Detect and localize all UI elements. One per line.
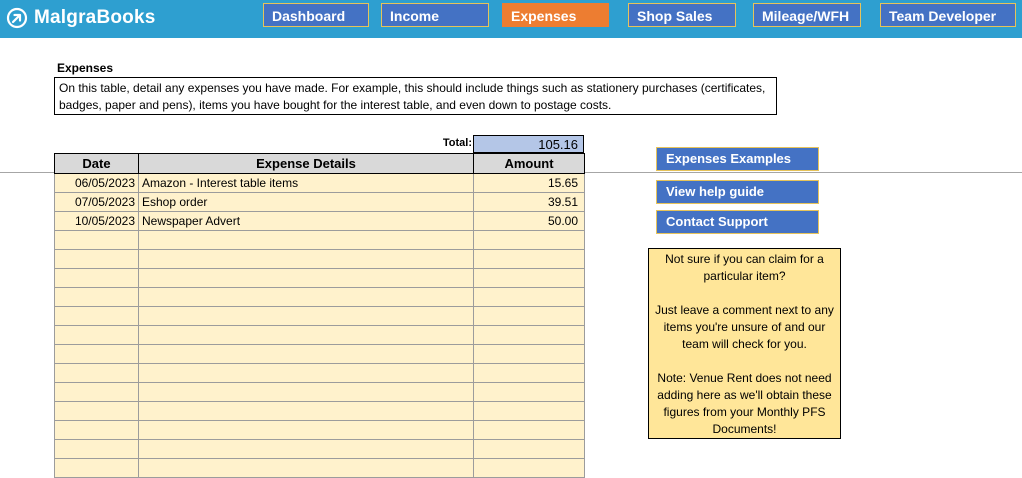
- table-row: [54, 382, 585, 402]
- nav-income-button[interactable]: Income: [381, 3, 489, 27]
- date-cell[interactable]: [54, 439, 139, 459]
- note-line-claim: Not sure if you can claim for a particul…: [665, 252, 824, 283]
- table-row: [54, 230, 585, 250]
- details-cell[interactable]: [138, 306, 474, 326]
- table-row: [54, 363, 585, 383]
- table-row: [54, 325, 585, 345]
- details-cell[interactable]: [138, 268, 474, 288]
- date-cell[interactable]: 07/05/2023: [54, 192, 139, 212]
- amount-cell[interactable]: 15.65: [473, 173, 585, 193]
- details-cell[interactable]: [138, 420, 474, 440]
- expenses-table: Date Expense Details Amount 06/05/2023 Am…: [54, 153, 585, 478]
- details-cell[interactable]: [138, 230, 474, 250]
- section-title: Expenses: [57, 61, 114, 75]
- intro-text-box: On this table, detail any expenses you h…: [54, 77, 777, 115]
- expenses-examples-button[interactable]: Expenses Examples: [656, 147, 819, 171]
- note-line-comment: Just leave a comment next to any items y…: [655, 303, 834, 351]
- table-row: 06/05/2023 Amazon - Interest table items 1…: [54, 173, 585, 193]
- amount-cell[interactable]: 39.51: [473, 192, 585, 212]
- amount-cell[interactable]: [473, 325, 585, 345]
- date-cell[interactable]: [54, 382, 139, 402]
- amount-cell[interactable]: [473, 268, 585, 288]
- amount-cell[interactable]: [473, 458, 585, 478]
- amount-cell[interactable]: [473, 420, 585, 440]
- amount-cell[interactable]: 50.00: [473, 211, 585, 231]
- table-row: [54, 268, 585, 288]
- table-row: [54, 420, 585, 440]
- nav-mileage-wfh-button[interactable]: Mileage/WFH: [753, 3, 861, 27]
- details-cell[interactable]: [138, 344, 474, 364]
- note-line-venue-rent: Note: Venue Rent does not need adding he…: [657, 371, 832, 436]
- details-cell[interactable]: Eshop order: [138, 192, 474, 212]
- amount-cell[interactable]: [473, 344, 585, 364]
- details-cell[interactable]: [138, 458, 474, 478]
- table-row: [54, 344, 585, 364]
- nav-team-developer-button[interactable]: Team Developer: [880, 3, 1016, 27]
- table-row: 10/05/2023 Newspaper Advert 50.00: [54, 211, 585, 231]
- top-header: MalgraBooks Dashboard Income Expenses Sh…: [0, 0, 1022, 38]
- date-cell[interactable]: [54, 344, 139, 364]
- amount-cell[interactable]: [473, 439, 585, 459]
- table-row: [54, 249, 585, 269]
- details-cell[interactable]: [138, 287, 474, 307]
- details-cell[interactable]: [138, 249, 474, 269]
- table-row: [54, 439, 585, 459]
- date-cell[interactable]: [54, 401, 139, 421]
- date-cell[interactable]: [54, 249, 139, 269]
- amount-cell[interactable]: [473, 363, 585, 383]
- contact-support-button[interactable]: Contact Support: [656, 210, 819, 234]
- date-cell[interactable]: [54, 306, 139, 326]
- info-note-box: Not sure if you can claim for a particul…: [648, 248, 841, 439]
- details-cell[interactable]: [138, 382, 474, 402]
- total-label: Total:: [442, 137, 472, 149]
- amount-cell[interactable]: [473, 287, 585, 307]
- date-cell[interactable]: [54, 287, 139, 307]
- column-header-details: Expense Details: [138, 153, 474, 174]
- amount-cell[interactable]: [473, 401, 585, 421]
- date-cell[interactable]: [54, 420, 139, 440]
- nav-shop-sales-button[interactable]: Shop Sales: [628, 3, 736, 27]
- amount-cell[interactable]: [473, 306, 585, 326]
- date-cell[interactable]: 06/05/2023: [54, 173, 139, 193]
- amount-cell[interactable]: [473, 249, 585, 269]
- details-cell[interactable]: [138, 325, 474, 345]
- details-cell[interactable]: Amazon - Interest table items: [138, 173, 474, 193]
- details-cell[interactable]: [138, 363, 474, 383]
- table-header-row: Date Expense Details Amount: [54, 153, 585, 174]
- table-row: 07/05/2023 Eshop order 39.51: [54, 192, 585, 212]
- date-cell[interactable]: 10/05/2023: [54, 211, 139, 231]
- column-header-date: Date: [54, 153, 139, 174]
- view-help-guide-button[interactable]: View help guide: [656, 180, 819, 204]
- date-cell[interactable]: [54, 230, 139, 250]
- amount-cell[interactable]: [473, 230, 585, 250]
- table-row: [54, 458, 585, 478]
- app-name: MalgraBooks: [34, 7, 156, 28]
- app-logo[interactable]: MalgraBooks: [6, 5, 156, 31]
- amount-cell[interactable]: [473, 382, 585, 402]
- total-value-cell[interactable]: 105.16: [473, 135, 584, 153]
- date-cell[interactable]: [54, 325, 139, 345]
- nav-dashboard-button[interactable]: Dashboard: [263, 3, 369, 27]
- details-cell[interactable]: Newspaper Advert: [138, 211, 474, 231]
- date-cell[interactable]: [54, 458, 139, 478]
- date-cell[interactable]: [54, 268, 139, 288]
- date-cell[interactable]: [54, 363, 139, 383]
- arrow-circle-icon: [6, 7, 28, 29]
- details-cell[interactable]: [138, 401, 474, 421]
- table-row: [54, 401, 585, 421]
- column-header-amount: Amount: [473, 153, 585, 174]
- nav-expenses-button[interactable]: Expenses: [502, 3, 609, 27]
- details-cell[interactable]: [138, 439, 474, 459]
- table-row: [54, 287, 585, 307]
- table-row: [54, 306, 585, 326]
